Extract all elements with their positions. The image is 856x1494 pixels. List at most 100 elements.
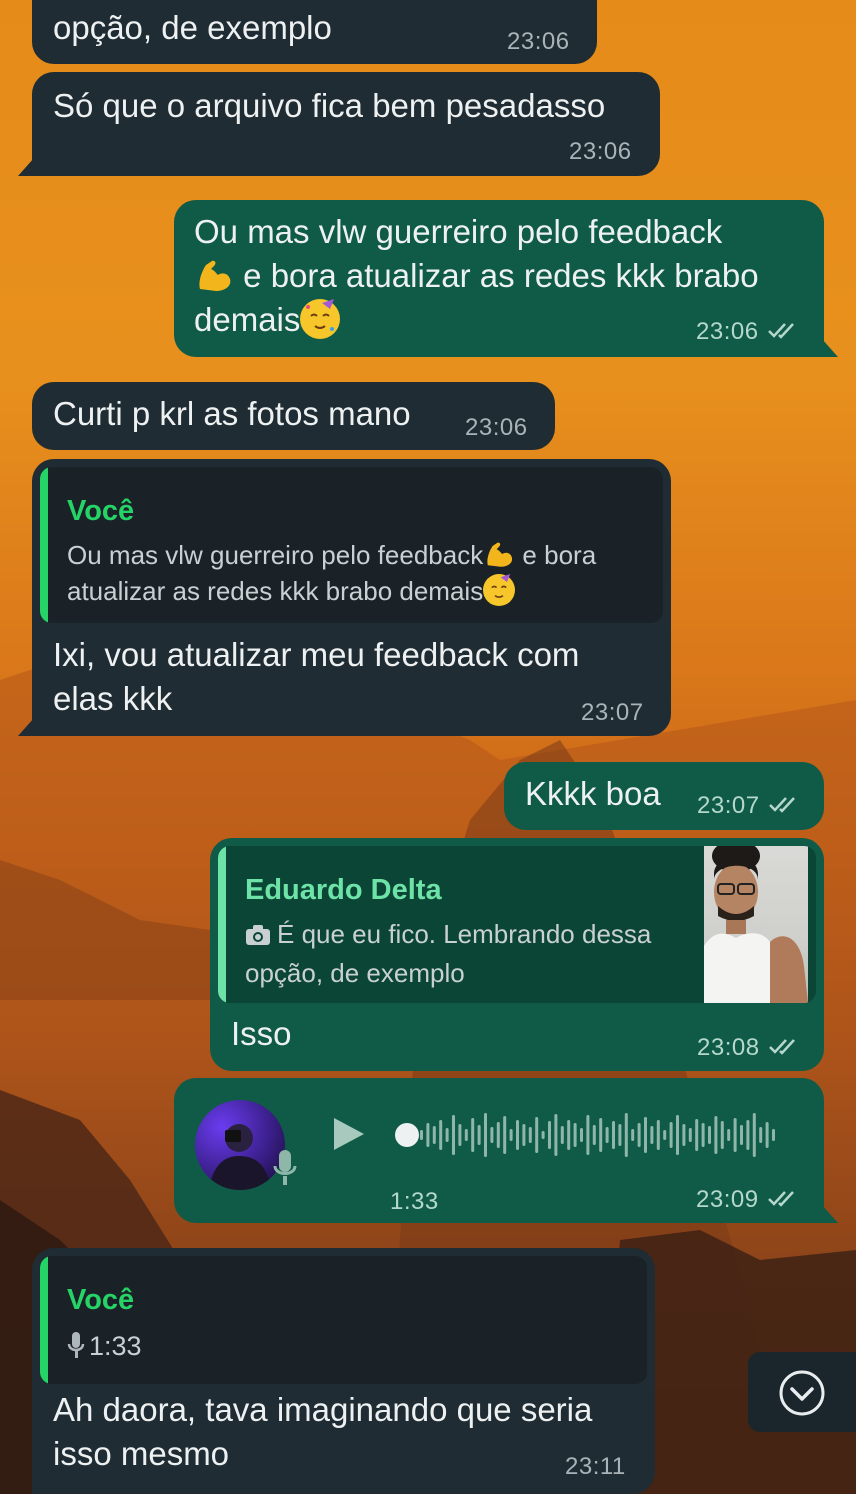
message-line: e bora atualizar as redes kkk brabo: [194, 254, 814, 298]
waveform-bar: [522, 1124, 526, 1146]
bubble-tail: [18, 158, 34, 176]
waveform-bar: [484, 1113, 487, 1157]
waveform-bar: [644, 1117, 647, 1153]
incoming-reply-message[interactable]: Você 1:33 Ah daora, tava imaginando que …: [32, 1248, 655, 1494]
voice-duration: 1:33: [390, 1188, 439, 1215]
waveform-bar: [701, 1123, 705, 1147]
waveform-bar: [618, 1124, 622, 1146]
message-line: Ou mas vlw guerreiro pelo feedback: [194, 213, 723, 250]
flexed-biceps-emoji: [194, 255, 234, 295]
message-time: 23:07: [697, 792, 802, 821]
message-text: Isso: [231, 1015, 292, 1052]
waveform-bar: [496, 1122, 500, 1148]
mic-icon: [67, 1331, 85, 1368]
waveform-bar: [759, 1127, 763, 1143]
waveform-bar: [445, 1128, 449, 1142]
voice-waveform[interactable]: [420, 1108, 790, 1162]
waveform-bar: [688, 1128, 692, 1142]
waveform-bar: [631, 1129, 635, 1141]
quote-text: Ou mas vlw guerreiro pelo feedback e bor…: [67, 538, 597, 606]
double-check-icon: [767, 1187, 801, 1215]
quote-author: Eduardo Delta: [245, 874, 442, 906]
waveform-bar: [733, 1118, 737, 1152]
play-icon[interactable]: [332, 1116, 366, 1157]
outgoing-message[interactable]: Kkkk boa 23:07: [504, 762, 824, 830]
waveform-bar: [586, 1115, 590, 1155]
waveform-bar: [426, 1123, 430, 1147]
message-text: Kkkk boa: [525, 775, 661, 812]
waveform-bar: [592, 1125, 596, 1145]
waveform-bar: [541, 1131, 545, 1139]
voice-progress-handle[interactable]: [395, 1123, 419, 1147]
waveform-bar: [727, 1129, 731, 1141]
waveform-bar: [637, 1123, 641, 1147]
message-text: Ah daora, tava imaginando que seria isso…: [53, 1391, 593, 1472]
message-text: Curti p krl as fotos mano: [53, 395, 411, 432]
waveform-bar: [669, 1122, 673, 1148]
double-check-icon: [768, 1035, 802, 1063]
waveform-bar: [746, 1120, 750, 1150]
waveform-bar: [509, 1129, 513, 1141]
waveform-bar: [477, 1125, 481, 1145]
message-text: Ixi, vou atualizar meu feedback com elas…: [53, 636, 580, 717]
quote-bar: [218, 846, 226, 1003]
quoted-message[interactable]: Você Ou mas vlw guerreiro pelo feedback …: [40, 467, 663, 623]
incoming-message[interactable]: opção, de exemplo 23:06: [32, 0, 597, 64]
message-time: 23:11: [565, 1453, 626, 1480]
waveform-bar: [695, 1119, 699, 1151]
message-time: 23:06: [569, 138, 632, 165]
waveform-bar: [554, 1114, 558, 1156]
bubble-tail: [822, 339, 838, 357]
incoming-reply-message[interactable]: Você Ou mas vlw guerreiro pelo feedback …: [18, 459, 671, 736]
waveform-bar: [605, 1127, 609, 1143]
waveform-bar: [624, 1113, 628, 1157]
waveform-bar: [650, 1126, 654, 1144]
double-check-icon: [768, 793, 802, 821]
double-check-icon: [767, 319, 801, 347]
waveform-bar: [573, 1123, 577, 1147]
message-time: 23:06: [507, 28, 570, 55]
incoming-message[interactable]: Curti p krl as fotos mano 23:06: [32, 382, 555, 450]
waveform-bar: [516, 1120, 519, 1150]
waveform-bar: [471, 1118, 475, 1152]
waveform-bar: [535, 1117, 539, 1153]
waveform-bar: [548, 1121, 551, 1149]
chevron-down-icon: [778, 1369, 826, 1422]
camera-icon: [245, 919, 271, 955]
waveform-bar: [528, 1127, 532, 1143]
waveform-bar: [432, 1126, 436, 1144]
message-time: 23:09: [696, 1186, 801, 1215]
waveform-bar: [740, 1125, 743, 1145]
waveform-bar: [612, 1121, 615, 1149]
outgoing-message[interactable]: Ou mas vlw guerreiro pelo feedback e bor…: [174, 200, 838, 357]
waveform-bar: [752, 1113, 756, 1157]
waveform-bar: [656, 1120, 660, 1150]
incoming-message[interactable]: Só que o arquivo fica bem pesadasso 23:0…: [18, 72, 660, 176]
quoted-message[interactable]: Você 1:33: [40, 1256, 647, 1384]
outgoing-reply-message[interactable]: Eduardo Delta É que eu fico. Lembrando d…: [210, 838, 824, 1071]
flexed-biceps-emoji: [483, 538, 515, 570]
waveform-bar: [439, 1120, 443, 1150]
quote-author: Você: [67, 495, 135, 527]
waveform-bar: [714, 1116, 718, 1154]
waveform-bar: [708, 1126, 711, 1144]
quote-text: É que eu fico. Lembrando dessa opção, de…: [245, 919, 652, 988]
quote-bar: [40, 1256, 48, 1384]
partying-face-emoji: [300, 299, 341, 339]
waveform-bar: [458, 1124, 462, 1146]
partying-face-emoji: [483, 574, 516, 606]
message-time: 23:08: [697, 1034, 802, 1063]
message-time: 23:06: [465, 414, 528, 441]
bubble-tail: [18, 718, 34, 736]
quoted-message[interactable]: Eduardo Delta É que eu fico. Lembrando d…: [218, 846, 816, 1003]
waveform-bar: [420, 1130, 423, 1140]
mic-icon: [272, 1148, 298, 1193]
bubble-tail: [822, 1205, 838, 1223]
waveform-bar: [663, 1130, 667, 1140]
scroll-to-bottom-button[interactable]: [748, 1352, 856, 1432]
outgoing-voice-message[interactable]: 1:33 23:09: [174, 1078, 838, 1223]
waveform-bar: [567, 1120, 571, 1150]
waveform-bar: [765, 1122, 769, 1148]
waveform-bar: [772, 1129, 775, 1141]
waveform-bar: [490, 1127, 494, 1143]
